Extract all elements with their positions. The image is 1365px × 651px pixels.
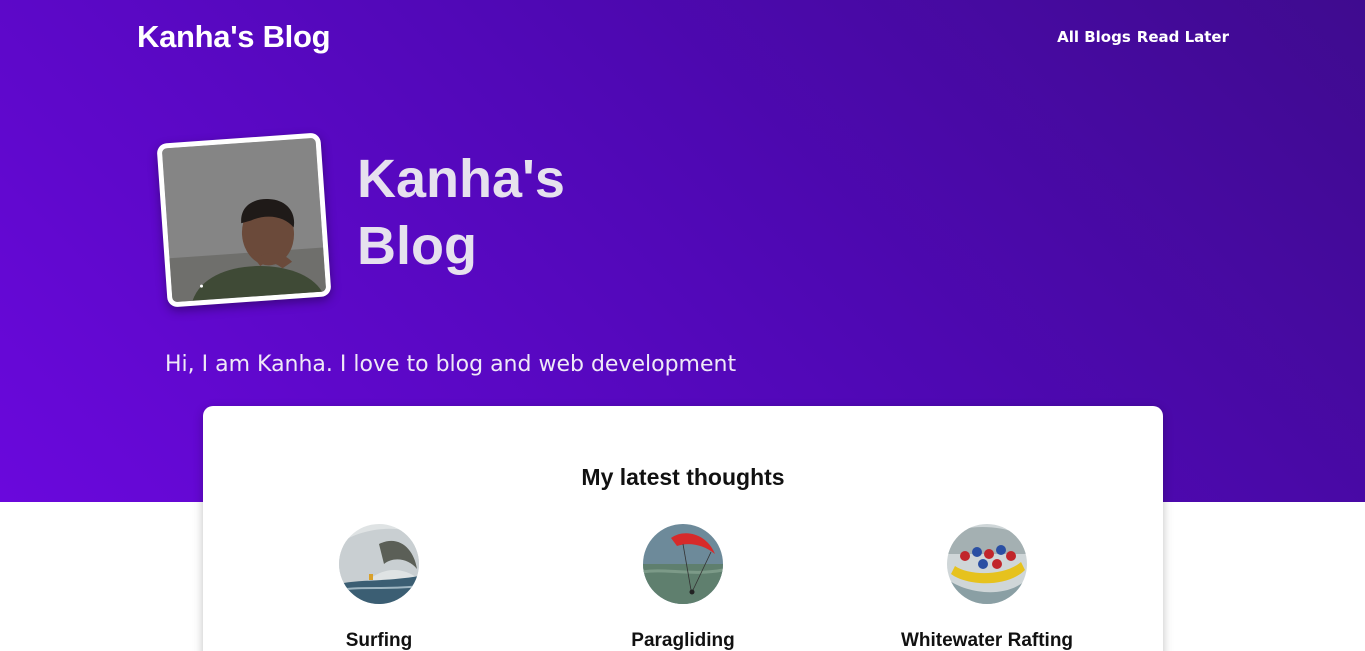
profile-photo [156, 132, 332, 308]
nav-read-later[interactable]: Read Later [1137, 28, 1229, 46]
hero-title: Kanha's Blog [357, 149, 565, 276]
latest-posts-card: My latest thoughts Surfing Paragliding W… [203, 406, 1163, 651]
person-photo-icon [161, 137, 327, 303]
post-card-paragliding[interactable]: Paragliding [573, 524, 793, 651]
hero-tagline: Hi, I am Kanha. I love to blog and web d… [165, 352, 737, 377]
rafting-thumbnail-icon[interactable] [947, 524, 1027, 604]
surfing-thumbnail-icon[interactable] [339, 524, 419, 604]
post-title-surfing[interactable]: Surfing [269, 630, 489, 651]
post-card-rafting[interactable]: Whitewater Rafting [877, 524, 1097, 651]
avatar [161, 137, 327, 303]
post-card-surfing[interactable]: Surfing [269, 524, 489, 651]
site-logo-link[interactable]: Kanha's Blog [137, 19, 331, 55]
top-nav: All Blogs Read Later [1057, 28, 1229, 46]
nav-all-blogs[interactable]: All Blogs [1057, 28, 1131, 46]
paragliding-thumbnail-icon[interactable] [643, 524, 723, 604]
post-title-rafting[interactable]: Whitewater Rafting [877, 630, 1097, 651]
latest-posts-heading: My latest thoughts [581, 464, 785, 490]
post-title-paragliding[interactable]: Paragliding [573, 630, 793, 651]
